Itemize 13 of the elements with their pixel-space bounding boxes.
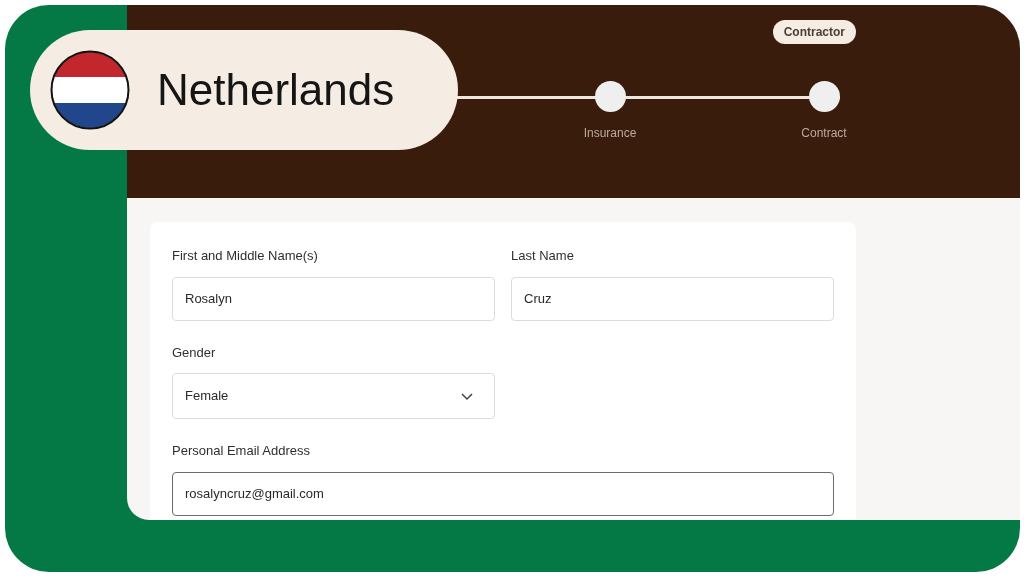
field-label: Personal Email Address bbox=[172, 442, 311, 460]
text-field[interactable]: Rosalyn bbox=[172, 276, 495, 321]
text-field[interactable]: rosalyncruz@gmail.com bbox=[172, 471, 834, 516]
field-label: First and Middle Name(s) bbox=[172, 247, 319, 265]
step-label: Contract bbox=[801, 125, 847, 142]
netherlands-flag-icon bbox=[50, 50, 130, 130]
text-field[interactable]: Cruz bbox=[511, 276, 834, 321]
gender-select[interactable]: Female bbox=[172, 373, 495, 419]
field-label: Gender bbox=[172, 343, 217, 362]
role-badge: Contractor bbox=[772, 20, 856, 44]
step-label: Insurance bbox=[583, 125, 637, 142]
country-name: Netherlands bbox=[157, 64, 395, 116]
field-label: Last Name bbox=[511, 247, 575, 265]
